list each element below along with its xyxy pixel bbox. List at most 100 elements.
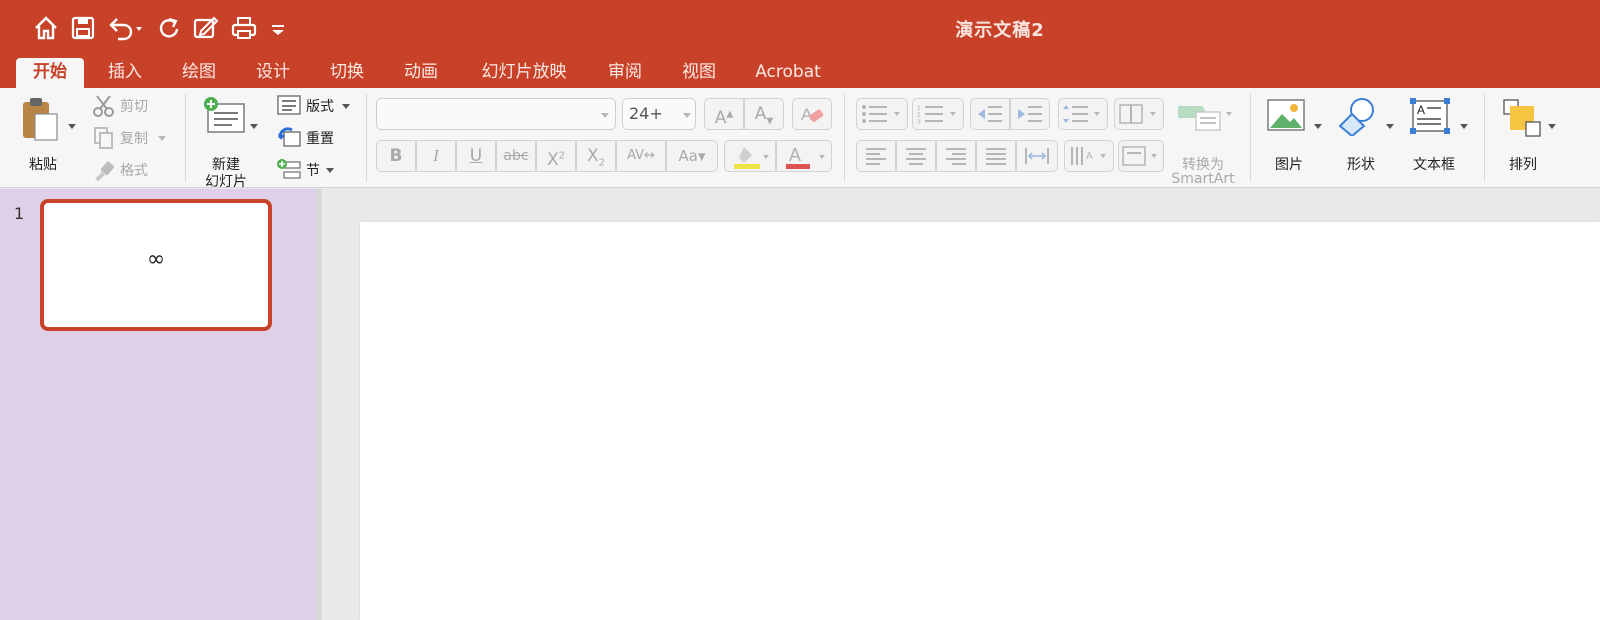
distributed-icon — [1025, 148, 1049, 164]
cut-button[interactable]: 剪切 — [90, 94, 170, 118]
decrease-font-size-icon: A▼ — [754, 104, 774, 127]
textbox-icon: A — [1410, 98, 1450, 134]
arrange-label: 排列 — [1509, 157, 1537, 173]
strikethrough-button[interactable]: abc — [496, 140, 536, 172]
copy-label: 复制 — [120, 131, 148, 147]
picture-label: 图片 — [1275, 157, 1303, 173]
decrease-font-size-button[interactable]: A▼ — [744, 98, 784, 130]
arrange-dropdown-arrow[interactable] — [1548, 124, 1556, 129]
pane-splitter[interactable] — [316, 189, 322, 620]
numbered-list-icon: 1 2 3 — [917, 105, 956, 126]
increase-indent-button[interactable] — [1010, 98, 1050, 130]
character-spacing-icon: AV↔ — [627, 148, 655, 163]
convert-to-smartart-button[interactable]: 转换为 SmartArt — [1170, 96, 1240, 187]
clipboard-icon — [23, 98, 58, 141]
paste-dropdown-arrow[interactable] — [68, 124, 76, 129]
ribbon-separator — [366, 94, 367, 182]
tab-home[interactable]: 开始 — [16, 58, 84, 88]
slide-canvas[interactable] — [360, 222, 1600, 620]
bold-button[interactable]: B — [376, 140, 416, 172]
tab-animations[interactable]: 动画 — [392, 58, 450, 88]
arrange-button[interactable]: 排列 — [1496, 96, 1560, 182]
textbox-button[interactable]: A 文本框 — [1406, 96, 1472, 182]
slide-number: 1 — [14, 204, 25, 223]
numbering-button[interactable]: 1 2 3 — [912, 98, 964, 130]
tab-review[interactable]: 审阅 — [596, 58, 654, 88]
svg-text:A: A — [1086, 151, 1093, 162]
tab-draw[interactable]: 绘图 — [170, 58, 228, 88]
new-slide-icon — [204, 97, 245, 133]
align-text-button[interactable] — [1118, 140, 1164, 172]
smartart-icon — [1178, 106, 1232, 131]
new-slide-button[interactable]: 新建 幻灯片 — [196, 96, 266, 190]
font-size-input[interactable]: 24+ — [622, 98, 696, 130]
character-spacing-button[interactable]: AV↔ — [616, 140, 666, 172]
tab-slide-show[interactable]: 幻灯片放映 — [468, 58, 580, 88]
new-slide-label-line2: 幻灯片 — [205, 174, 247, 190]
align-center-button[interactable] — [896, 140, 936, 172]
underline-icon: U — [469, 146, 483, 166]
indent-icon — [1018, 106, 1042, 122]
arrange-icon — [1503, 99, 1541, 137]
superscript-button[interactable]: X2 — [536, 140, 576, 172]
slide-thumbnail-content: ∞ — [146, 247, 166, 272]
clear-formatting-button[interactable]: A — [792, 98, 832, 130]
tab-design[interactable]: 设计 — [244, 58, 302, 88]
underline-button[interactable]: U — [456, 140, 496, 172]
tab-insert[interactable]: 插入 — [96, 58, 154, 88]
shapes-dropdown-arrow[interactable] — [1386, 124, 1394, 129]
font-color-icon: A — [786, 145, 825, 169]
textbox-label: 文本框 — [1413, 157, 1455, 173]
ribbon: 粘贴 剪切 复制 格式 新建 幻灯片 版式 重置 节 24+ A▲ A▼ A B… — [0, 88, 1600, 190]
document-title: 演示文稿2 — [955, 20, 1045, 41]
align-left-button[interactable] — [856, 140, 896, 172]
section-dropdown-arrow[interactable] — [326, 168, 334, 173]
reset-button[interactable]: 重置 — [274, 126, 354, 150]
justify-icon — [986, 148, 1006, 165]
font-name-input[interactable] — [376, 98, 616, 130]
copy-dropdown-arrow[interactable] — [158, 136, 166, 141]
tab-acrobat[interactable]: Acrobat — [748, 58, 828, 88]
tab-transitions[interactable]: 切换 — [318, 58, 376, 88]
italic-button[interactable]: I — [416, 140, 456, 172]
columns-button[interactable] — [1114, 98, 1164, 130]
section-button[interactable]: 节 — [274, 158, 354, 182]
line-spacing-button[interactable] — [1058, 98, 1108, 130]
paste-label: 粘贴 — [29, 157, 57, 173]
bullets-button[interactable] — [856, 98, 908, 130]
picture-dropdown-arrow[interactable] — [1314, 124, 1322, 129]
decrease-indent-button[interactable] — [970, 98, 1010, 130]
justify-button[interactable] — [976, 140, 1016, 172]
ribbon-separator — [185, 94, 186, 182]
paste-button[interactable]: 粘贴 — [14, 96, 80, 176]
tab-view[interactable]: 视图 — [670, 58, 728, 88]
increase-font-size-button[interactable]: A▲ — [704, 98, 744, 130]
subscript-button[interactable]: X2 — [576, 140, 616, 172]
new-slide-dropdown-arrow[interactable] — [250, 124, 258, 129]
layout-dropdown-arrow[interactable] — [342, 104, 350, 109]
font-size-value: 24+ — [629, 104, 663, 123]
bullet-list-icon — [862, 105, 900, 123]
font-name-dropdown-arrow[interactable] — [601, 113, 609, 118]
layout-button[interactable]: 版式 — [274, 94, 354, 118]
layout-label: 版式 — [306, 99, 334, 115]
distributed-button[interactable] — [1016, 140, 1058, 172]
change-case-button[interactable]: Aa▾ — [666, 140, 718, 172]
format-painter-button[interactable]: 格式 — [90, 158, 170, 182]
copy-button[interactable]: 复制 — [90, 126, 170, 150]
svg-text:A: A — [789, 145, 801, 165]
highlight-color-button[interactable] — [724, 140, 776, 172]
font-color-button[interactable]: A — [776, 140, 832, 172]
picture-button[interactable]: 图片 — [1262, 96, 1326, 182]
textbox-dropdown-arrow[interactable] — [1460, 124, 1468, 129]
change-case-icon: Aa▾ — [678, 147, 706, 165]
slide-thumbnail[interactable]: ∞ — [40, 199, 272, 331]
text-direction-button[interactable]: A — [1064, 140, 1114, 172]
font-size-dropdown-arrow[interactable] — [683, 113, 691, 118]
align-right-button[interactable] — [936, 140, 976, 172]
title-bar: 演示文稿2 — [0, 0, 1600, 56]
shapes-button[interactable]: 形状 — [1334, 96, 1398, 182]
layout-icon — [277, 95, 301, 115]
section-icon — [277, 159, 301, 179]
paintbrush-icon — [95, 161, 114, 181]
